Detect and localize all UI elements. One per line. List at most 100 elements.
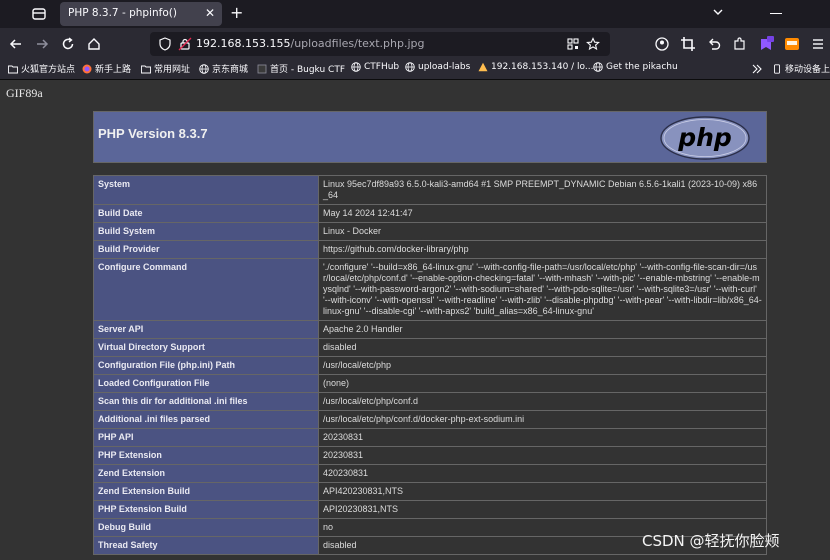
bookmark-label: Get the pikachu — [606, 62, 678, 72]
table-row: Build Provider https://github.com/docker-… — [93, 240, 767, 259]
globe-icon — [199, 63, 209, 74]
bookmark-star-icon[interactable] — [586, 37, 600, 51]
extensions-icon[interactable] — [732, 36, 748, 52]
bookmark-item[interactable]: 常用网址 — [141, 62, 190, 75]
forward-icon[interactable] — [34, 36, 50, 52]
table-row: Server API Apache 2.0 Handler — [93, 320, 767, 339]
row-value: 420230831 — [318, 464, 767, 483]
firefox-view-icon[interactable] — [30, 6, 48, 22]
lock-warning-icon[interactable] — [178, 37, 192, 51]
shield-icon[interactable] — [158, 37, 172, 51]
new-tab-button[interactable]: + — [230, 3, 243, 22]
bookmark-item[interactable]: 192.168.153.140 / lo... — [478, 62, 593, 72]
menu-icon[interactable] — [810, 36, 826, 52]
bookmark-item[interactable]: 京东商城 — [199, 62, 248, 75]
table-row: Configure Command './configure' '--build=… — [93, 258, 767, 321]
row-value: API20230831,NTS — [318, 500, 767, 519]
url-text[interactable]: 192.168.153.155/uploadfiles/text.php.jpg — [196, 37, 425, 50]
row-key: Scan this dir for additional .ini files — [93, 392, 319, 411]
url-path: /uploadfiles/text.php.jpg — [290, 37, 425, 50]
bookmark-item[interactable]: Get the pikachu — [593, 62, 678, 72]
account-icon[interactable] — [654, 36, 670, 52]
table-row: Virtual Directory Support disabled — [93, 338, 767, 357]
bookmark-label: 移动设备上的 — [785, 65, 830, 75]
bugku-icon — [257, 64, 267, 73]
row-key: Server API — [93, 320, 319, 339]
folder-icon — [8, 65, 18, 73]
bookmark-label: 新手上路 — [95, 65, 132, 75]
row-key: Build Date — [93, 204, 319, 223]
row-key: Zend Extension — [93, 464, 319, 483]
row-key: Zend Extension Build — [93, 482, 319, 501]
bookmark-item[interactable]: 首页 - Bugku CTF — [257, 62, 345, 75]
reload-icon[interactable] — [60, 36, 76, 52]
row-key: Build System — [93, 222, 319, 241]
home-icon[interactable] — [86, 36, 102, 52]
bookmark-item[interactable]: 火狐官方站点 — [8, 62, 75, 75]
bookmark-item[interactable]: CTFHub — [351, 62, 399, 72]
bookmark-label: 京东商城 — [212, 65, 249, 75]
row-key: Loaded Configuration File — [93, 374, 319, 393]
row-value: disabled — [318, 338, 767, 357]
row-key: Virtual Directory Support — [93, 338, 319, 357]
row-key: PHP Extension Build — [93, 500, 319, 519]
row-key: Configure Command — [93, 258, 319, 321]
close-icon[interactable]: ✕ — [205, 6, 215, 20]
extension-badge-icon[interactable] — [758, 36, 774, 52]
minimize-icon[interactable] — [770, 13, 782, 14]
table-row: PHP API 20230831 — [93, 428, 767, 447]
row-key: Configuration File (php.ini) Path — [93, 356, 319, 375]
table-row: Additional .ini files parsed/usr/local/e… — [93, 410, 767, 429]
row-key: System — [93, 175, 319, 205]
tab-title: PHP 8.3.7 - phpinfo() — [68, 7, 177, 19]
row-value: Linux 95ec7df89a93 6.5.0-kali3-amd64 #1 … — [318, 175, 767, 205]
bookmark-label: 首页 - Bugku CTF — [270, 65, 346, 75]
url-host: 192.168.153.155 — [196, 37, 291, 50]
undo-icon[interactable] — [706, 36, 722, 52]
bookmark-label: 火狐官方站点 — [21, 65, 76, 75]
row-key: PHP Extension — [93, 446, 319, 465]
row-key: Additional .ini files parsed — [93, 410, 319, 429]
table-row: PHP Extension Build API20230831,NTS — [93, 500, 767, 519]
row-value: May 14 2024 12:41:47 — [318, 204, 767, 223]
bookmark-label: upload-labs — [418, 62, 471, 72]
row-key: PHP API — [93, 428, 319, 447]
bookmark-item[interactable]: 移动设备上的 — [772, 62, 830, 75]
row-value: /usr/local/etc/php/conf.d — [318, 392, 767, 411]
phpinfo-header: PHP Version 8.3.7 php — [93, 111, 767, 163]
back-icon[interactable] — [8, 36, 24, 52]
table-row: PHP Extension 20230831 — [93, 446, 767, 465]
chevron-double-right-icon[interactable] — [752, 64, 762, 74]
crop-icon[interactable] — [680, 36, 696, 52]
globe-icon — [351, 62, 361, 72]
url-bar[interactable]: 192.168.153.155/uploadfiles/text.php.jpg — [150, 32, 610, 56]
page-title: PHP Version 8.3.7 — [98, 126, 208, 141]
row-value: (none) — [318, 374, 767, 393]
chevron-down-icon[interactable] — [712, 6, 724, 18]
table-row: System Linux 95ec7df89a93 6.5.0-kali3-amd… — [93, 175, 767, 205]
bookmark-item[interactable]: upload-labs — [405, 62, 470, 72]
bookmark-item[interactable]: 新手上路 — [82, 62, 131, 75]
table-row: Loaded Configuration File (none) — [93, 374, 767, 393]
row-value: https://github.com/docker-library/php — [318, 240, 767, 259]
table-row: Zend Extension Build API420230831,NTS — [93, 482, 767, 501]
row-value: Apache 2.0 Handler — [318, 320, 767, 339]
table-row: Scan this dir for additional .ini files /… — [93, 392, 767, 411]
svg-text:php: php — [677, 123, 732, 152]
table-row: Configuration File (php.ini) Path/usr/lo… — [93, 356, 767, 375]
row-key: Debug Build — [93, 518, 319, 537]
row-value: /usr/local/etc/php — [318, 356, 767, 375]
tab-strip: PHP 8.3.7 - phpinfo() ✕ + — [0, 0, 830, 28]
gif-header-text: GIF89a — [6, 86, 43, 100]
tab-phpinfo[interactable]: PHP 8.3.7 - phpinfo() ✕ — [60, 2, 222, 26]
bookmark-label: 192.168.153.140 / lo... — [491, 62, 594, 72]
table-row: Zend Extension 420230831 — [93, 464, 767, 483]
qr-code-icon[interactable] — [566, 37, 580, 51]
row-value: 20230831 — [318, 446, 767, 465]
mobile-icon — [774, 63, 780, 74]
bookmark-label: CTFHub — [364, 62, 400, 72]
globe-icon — [593, 62, 603, 72]
phpinfo-table: System Linux 95ec7df89a93 6.5.0-kali3-amd… — [93, 175, 767, 555]
burp-extension-icon[interactable] — [784, 36, 800, 52]
globe-icon — [405, 62, 415, 72]
